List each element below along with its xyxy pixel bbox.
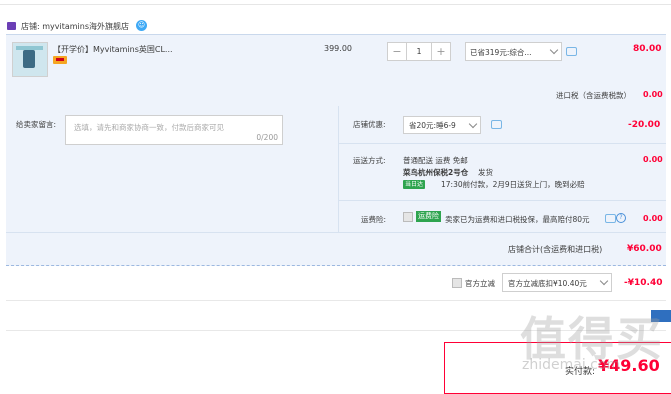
insurance-description: 卖家已为运费和进口税投保，最高赔付80元 xyxy=(445,215,590,224)
unit-price: 399.00 xyxy=(324,44,352,53)
insurance-badge: 运费险 xyxy=(416,211,441,222)
divider xyxy=(6,232,666,233)
ship-from-label: 发货 xyxy=(478,168,493,177)
store-coupon-value: 省20元:睡6-9 xyxy=(409,121,456,130)
quantity-stepper: − 1 + xyxy=(387,42,451,61)
promotion-tag-icon xyxy=(53,56,67,64)
vertical-divider xyxy=(338,106,339,232)
decrease-quantity-button[interactable]: − xyxy=(387,42,407,61)
store-total-value: ¥60.00 xyxy=(627,244,662,254)
official-discount-amount: -¥10.40 xyxy=(624,278,663,288)
official-discount-label: 官方立减 xyxy=(465,279,495,288)
chevron-down-icon xyxy=(468,119,478,129)
store-name[interactable]: 店铺: myvitamins海外旗舰店 xyxy=(21,21,129,32)
store-coupon-select[interactable]: 省20元:睡6-9 xyxy=(403,116,481,134)
help-icon[interactable]: ? xyxy=(616,213,626,223)
item-promotion-value: 已省319元:综合... xyxy=(470,48,532,57)
delivery-promise: 17:30前付款，2月9日送货上门，晚到必赔 xyxy=(441,180,585,189)
store-total-label: 店铺合计(含运费和进口税) xyxy=(508,245,603,254)
official-discount-select[interactable]: 官方立减底扣¥10.40元 xyxy=(502,273,612,292)
message-placeholder: 选填，请先和商家协商一致，付款后商家可见 xyxy=(74,123,224,132)
product-thumbnail[interactable] xyxy=(12,42,48,77)
divider xyxy=(339,143,666,144)
comment-icon[interactable] xyxy=(605,214,616,223)
insurance-value: 0.00 xyxy=(643,214,663,223)
import-tax-value: 0.00 xyxy=(643,90,663,99)
quantity-input[interactable]: 1 xyxy=(407,42,431,61)
chevron-down-icon xyxy=(599,276,609,286)
divider xyxy=(6,300,666,301)
item-subtotal: 80.00 xyxy=(633,44,662,54)
coupon-label: 店铺优惠: xyxy=(353,120,386,129)
message-label: 给卖家留言: xyxy=(16,120,57,129)
wangwang-chat-icon[interactable]: ☺ xyxy=(136,20,147,31)
same-day-badge: 当日达 xyxy=(403,180,426,189)
shipping-value: 0.00 xyxy=(643,155,663,164)
increase-quantity-button[interactable]: + xyxy=(431,42,451,61)
watermark-domain: zhidemai.com xyxy=(522,357,621,373)
store-icon xyxy=(7,22,16,30)
item-promotion-select[interactable]: 已省319元:综合... xyxy=(465,42,562,61)
divider xyxy=(339,200,666,201)
comment-icon[interactable] xyxy=(491,120,502,129)
chevron-down-icon xyxy=(549,45,559,55)
top-divider xyxy=(0,0,671,5)
import-tax-label: 进口税（含运费税款） xyxy=(556,91,631,100)
insurance-label: 运费险: xyxy=(361,215,387,224)
coupon-value: -20.00 xyxy=(628,120,661,130)
shipping-label: 运送方式: xyxy=(353,156,386,165)
message-textarea[interactable]: 选填，请先和商家协商一致，付款后商家可见 0/200 xyxy=(65,115,283,145)
official-discount-checkbox[interactable] xyxy=(452,278,462,288)
product-title[interactable]: 【开学价】Myvitamins英国CL... xyxy=(53,44,173,55)
official-discount-value: 官方立减底扣¥10.40元 xyxy=(508,279,587,288)
shipping-method: 普通配送 运费 免邮 xyxy=(403,156,468,165)
message-char-counter: 0/200 xyxy=(256,133,278,142)
comment-icon[interactable] xyxy=(566,47,577,56)
insurance-checkbox[interactable] xyxy=(403,212,413,222)
warehouse-name: 菜鸟杭州保税2号仓 xyxy=(403,168,469,177)
